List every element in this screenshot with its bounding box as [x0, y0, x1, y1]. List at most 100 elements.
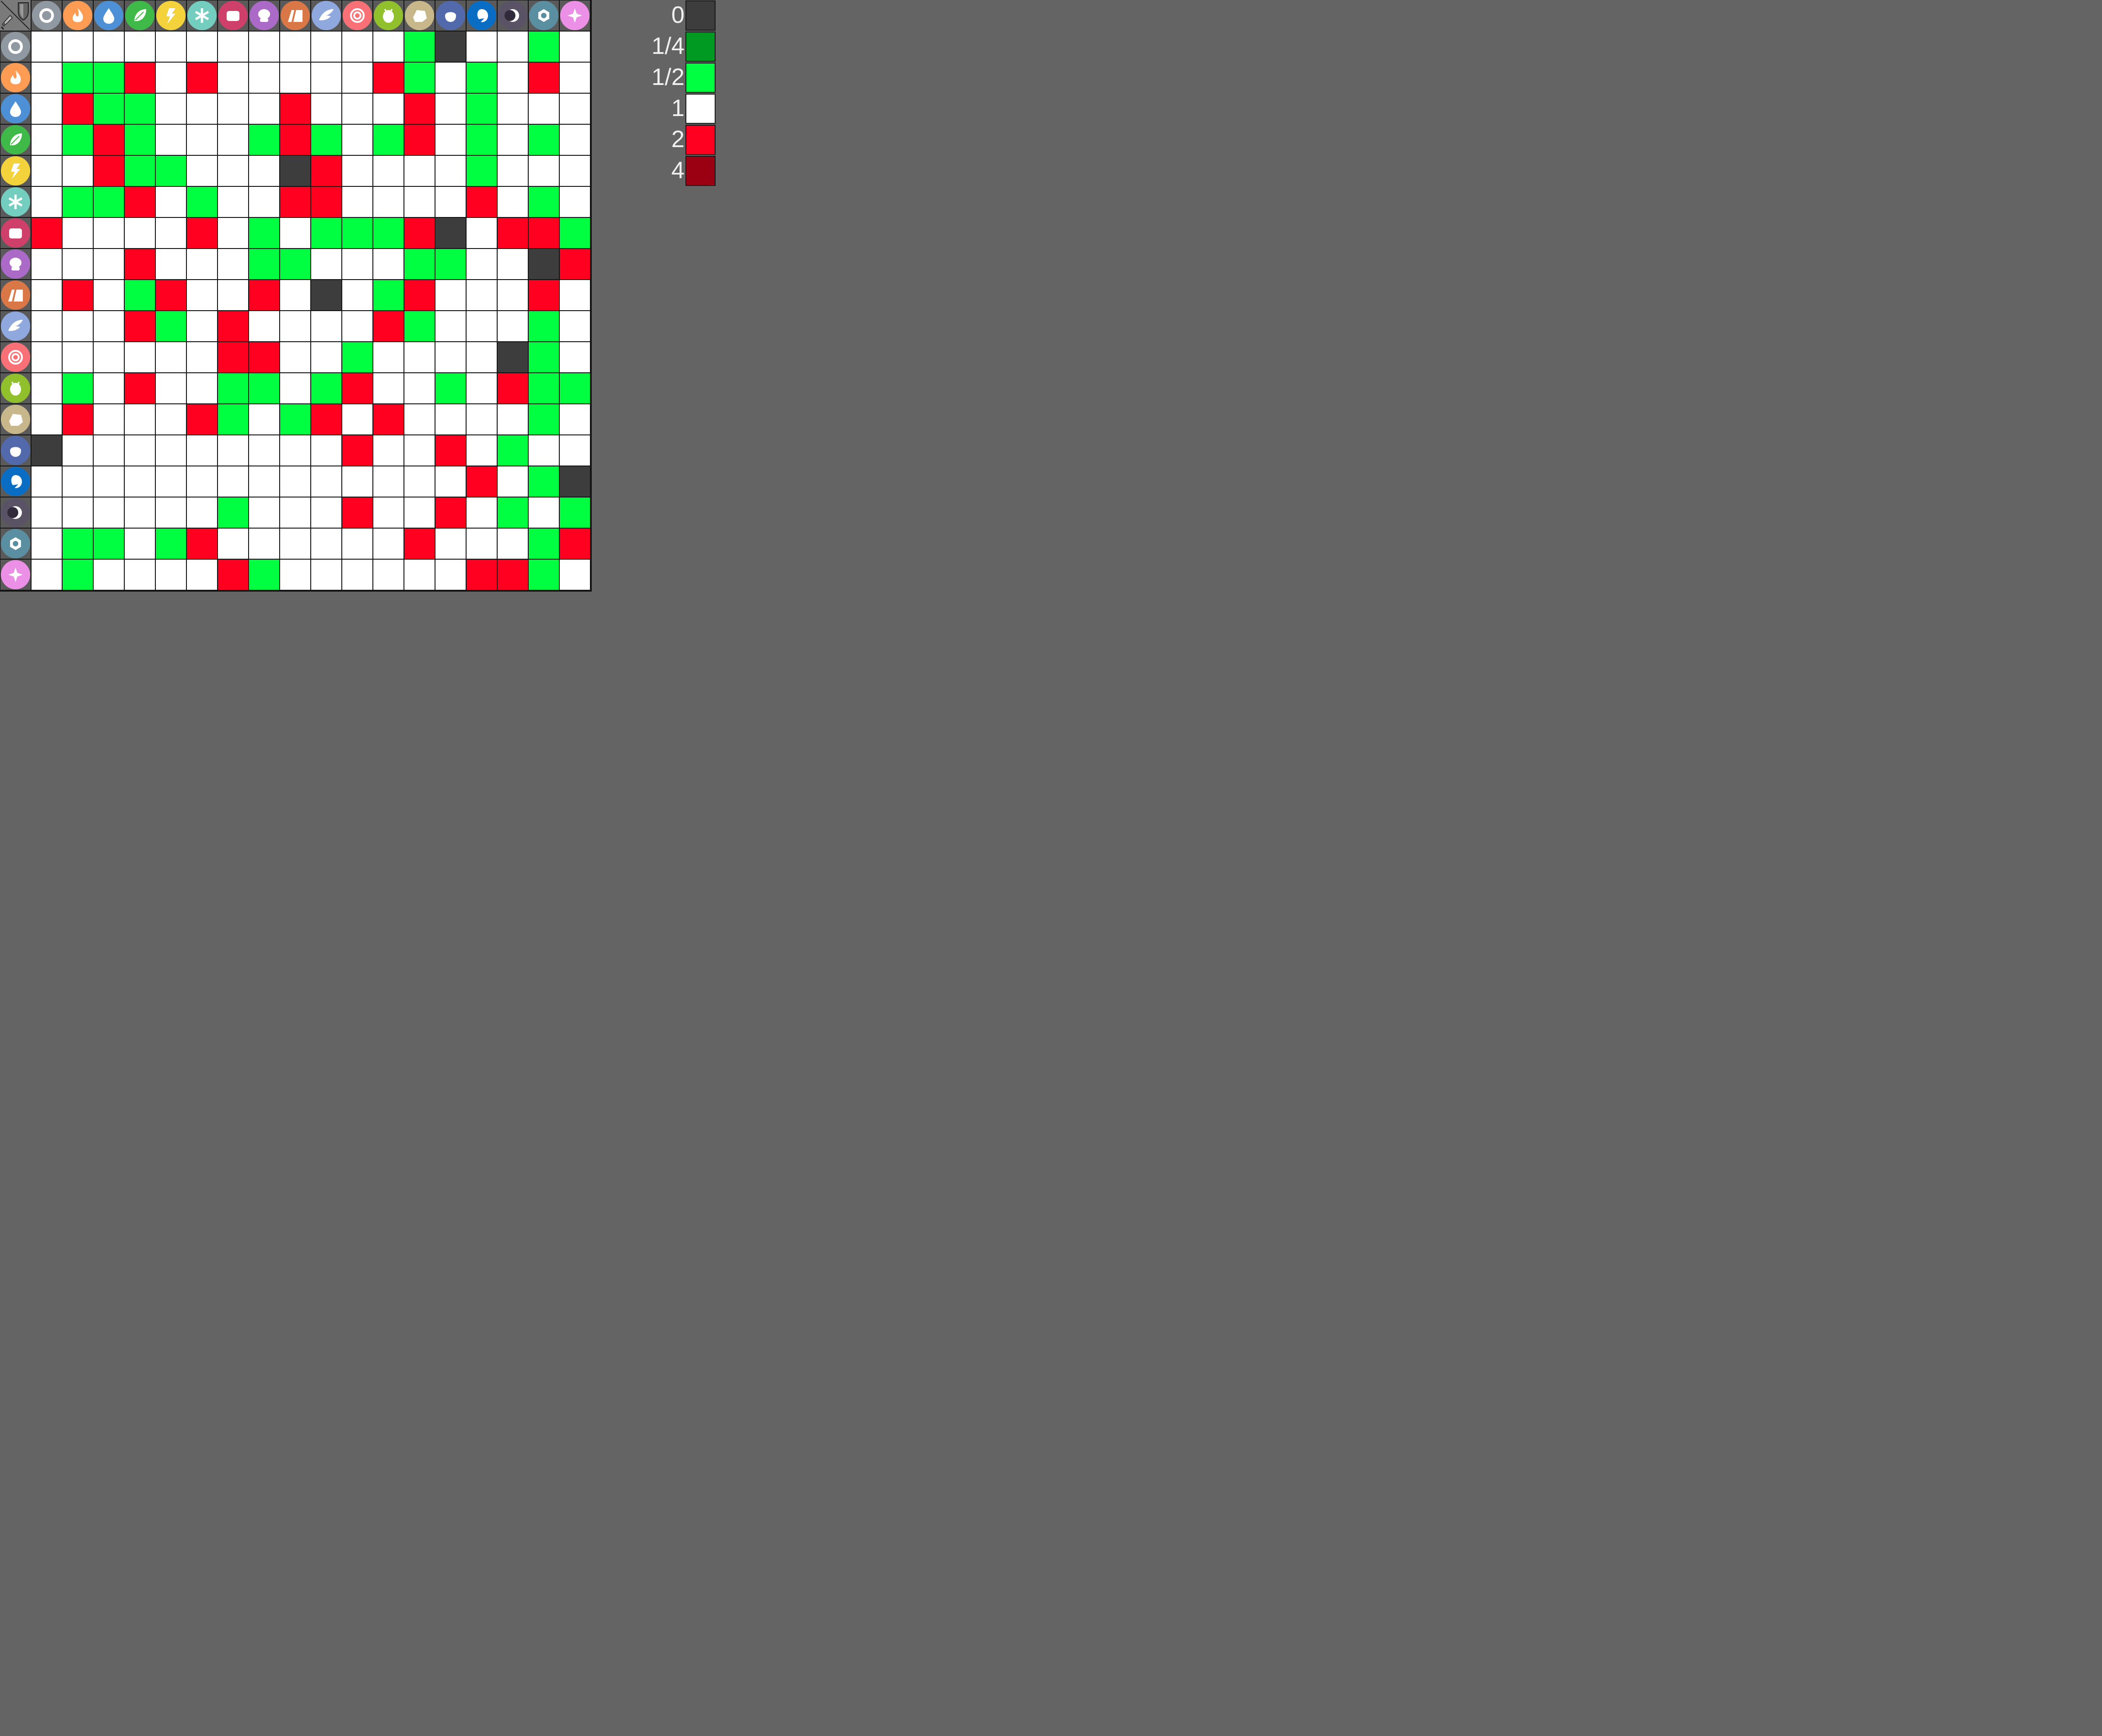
cell-water-vs-steel [529, 94, 559, 124]
cell-ground-vs-water [94, 280, 124, 310]
row-header-steel [0, 529, 31, 559]
legend-swatch [685, 32, 716, 62]
cell-normal-vs-ground [280, 32, 310, 62]
cell-ghost-vs-poison [249, 435, 279, 466]
row-header-flying [0, 311, 31, 341]
rock-type-icon [1, 405, 30, 434]
cell-ice-vs-ghost [435, 187, 466, 217]
cell-dragon-vs-ground [280, 466, 310, 497]
cell-rock-vs-water [94, 404, 124, 434]
cell-flying-vs-ground [280, 311, 310, 341]
cell-water-vs-electric [156, 94, 186, 124]
cell-fairy-vs-poison [249, 560, 279, 590]
cell-poison-vs-bug [373, 249, 403, 279]
cell-fairy-vs-normal [32, 560, 62, 590]
column-header-fire [63, 0, 93, 31]
cell-normal-vs-flying [311, 32, 341, 62]
cell-electric-vs-ice [187, 156, 217, 186]
cell-fairy-vs-bug [373, 560, 403, 590]
legend-swatch [685, 63, 716, 93]
cell-dark-vs-rock [404, 498, 435, 528]
cell-dragon-vs-ghost [435, 466, 466, 497]
cell-normal-vs-fairy [560, 32, 590, 62]
cell-steel-vs-normal [32, 529, 62, 559]
cell-steel-vs-fighting [218, 529, 248, 559]
cell-fire-vs-dragon [467, 63, 497, 93]
cell-rock-vs-normal [32, 404, 62, 434]
cell-grass-vs-steel [529, 125, 559, 155]
cell-bug-vs-fire [63, 373, 93, 403]
row-header-fairy [0, 560, 31, 590]
cell-grass-vs-ground [280, 125, 310, 155]
cell-dark-vs-ground [280, 498, 310, 528]
cell-fighting-vs-steel [529, 218, 559, 248]
cell-steel-vs-fairy [560, 529, 590, 559]
column-header-normal [32, 0, 62, 31]
cell-rock-vs-poison [249, 404, 279, 434]
legend-label: 4 [671, 157, 685, 184]
cell-ghost-vs-ghost [435, 435, 466, 466]
cell-normal-vs-psychic [342, 32, 372, 62]
cell-grass-vs-water [94, 125, 124, 155]
column-header-fairy [560, 0, 590, 31]
cell-dragon-vs-psychic [342, 466, 372, 497]
cell-psychic-vs-poison [249, 342, 279, 372]
cell-grass-vs-dark [498, 125, 528, 155]
cell-electric-vs-psychic [342, 156, 372, 186]
cell-psychic-vs-flying [311, 342, 341, 372]
ground-type-icon [281, 1, 310, 30]
row-header-electric [0, 156, 31, 186]
cell-ghost-vs-bug [373, 435, 403, 466]
cell-poison-vs-ghost [435, 249, 466, 279]
cell-water-vs-ice [187, 94, 217, 124]
cell-poison-vs-psychic [342, 249, 372, 279]
cell-electric-vs-fire [63, 156, 93, 186]
cell-bug-vs-ground [280, 373, 310, 403]
cell-fighting-vs-rock [404, 218, 435, 248]
cell-poison-vs-grass [125, 249, 155, 279]
cell-water-vs-rock [404, 94, 435, 124]
row-header-dark [0, 498, 31, 528]
cell-ground-vs-dark [498, 280, 528, 310]
cell-ghost-vs-fighting [218, 435, 248, 466]
cell-rock-vs-ground [280, 404, 310, 434]
cell-water-vs-ghost [435, 94, 466, 124]
cell-dark-vs-electric [156, 498, 186, 528]
cell-ghost-vs-flying [311, 435, 341, 466]
cell-flying-vs-water [94, 311, 124, 341]
cell-water-vs-normal [32, 94, 62, 124]
row-header-rock [0, 404, 31, 434]
cell-grass-vs-ice [187, 125, 217, 155]
cell-ghost-vs-ice [187, 435, 217, 466]
cell-dark-vs-water [94, 498, 124, 528]
cell-ghost-vs-dark [498, 435, 528, 466]
psychic-type-icon [1, 343, 30, 372]
cell-normal-vs-dark [498, 32, 528, 62]
cell-dark-vs-dark [498, 498, 528, 528]
row-header-bug [0, 373, 31, 403]
column-header-steel [529, 0, 559, 31]
cell-steel-vs-ghost [435, 529, 466, 559]
cell-electric-vs-ghost [435, 156, 466, 186]
cell-flying-vs-bug [373, 311, 403, 341]
cell-normal-vs-rock [404, 32, 435, 62]
cell-rock-vs-electric [156, 404, 186, 434]
cell-dark-vs-grass [125, 498, 155, 528]
cell-ice-vs-ground [280, 187, 310, 217]
cell-electric-vs-grass [125, 156, 155, 186]
cell-fire-vs-normal [32, 63, 62, 93]
cell-dragon-vs-fighting [218, 466, 248, 497]
ice-type-icon [187, 1, 217, 30]
cell-dragon-vs-dragon [467, 466, 497, 497]
dragon-type-icon [1, 467, 30, 496]
cell-rock-vs-steel [529, 404, 559, 434]
cell-poison-vs-ice [187, 249, 217, 279]
cell-water-vs-dragon [467, 94, 497, 124]
cell-bug-vs-normal [32, 373, 62, 403]
cell-ice-vs-electric [156, 187, 186, 217]
row-header-normal [0, 32, 31, 62]
cell-psychic-vs-fighting [218, 342, 248, 372]
cell-ghost-vs-grass [125, 435, 155, 466]
cell-dark-vs-fighting [218, 498, 248, 528]
column-header-electric [156, 0, 186, 31]
